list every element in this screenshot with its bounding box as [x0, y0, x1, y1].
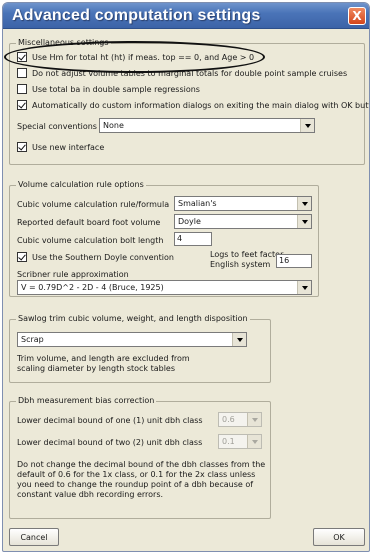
use-total-ba-label: Use total ba in double sample regression…	[32, 84, 200, 94]
dbh-note-line: you need to change the roundup point of …	[17, 480, 254, 489]
cubic-rule-value: Smalian's	[178, 199, 217, 208]
title-bar[interactable]: Advanced computation settings X	[3, 3, 369, 29]
sawlog-disposition-value: Scrap	[21, 335, 44, 344]
southern-doyle-label: Use the Southern Doyle convention	[32, 252, 174, 262]
chevron-down-icon[interactable]	[247, 413, 261, 426]
cubic-rule-select[interactable]: Smalian's	[174, 196, 312, 211]
dbh-note-line: Do not change the decimal bound of the d…	[17, 460, 266, 469]
auto-custom-label: Automatically do custom information dial…	[32, 100, 370, 110]
auto-custom-checkbox[interactable]	[17, 100, 27, 110]
dialog-title: Advanced computation settings	[12, 7, 261, 24]
one-unit-label: Lower decimal bound of one (1) unit dbh …	[17, 416, 203, 425]
no-adjust-label: Do not adjust volume tables to marginal …	[32, 68, 348, 78]
two-unit-select[interactable]: 0.1	[218, 434, 262, 449]
new-interface-checkbox-row[interactable]: Use new interface	[17, 142, 104, 152]
two-unit-value: 0.1	[222, 437, 235, 446]
sawlog-note-line: Trim volume, and length are excluded fro…	[17, 354, 190, 363]
ok-button[interactable]: OK	[313, 528, 365, 546]
sawlog-disposition-select[interactable]: Scrap	[17, 332, 247, 347]
board-foot-label: Reported default board foot volume	[17, 218, 161, 227]
scribner-select[interactable]: V = 0.79D^2 - 2D - 4 (Bruce, 1925)	[17, 280, 312, 295]
use-hm-checkbox[interactable]	[17, 52, 27, 62]
southern-doyle-checkbox[interactable]	[17, 252, 27, 262]
dbh-note-line: constant value dbh recording errors.	[17, 490, 164, 499]
board-foot-value: Doyle	[178, 217, 201, 226]
dbh-note-line: default of 0.6 for the 1x class, or 0.1 …	[17, 470, 256, 479]
one-unit-select[interactable]: 0.6	[218, 412, 262, 427]
bolt-length-input[interactable]: 4	[174, 232, 212, 246]
close-icon: X	[352, 9, 362, 23]
use-total-ba-checkbox-row[interactable]: Use total ba in double sample regression…	[17, 84, 200, 94]
sawlog-group-label: Sawlog trim cubic volume, weight, and le…	[16, 314, 250, 323]
chevron-down-icon[interactable]	[297, 197, 311, 210]
logs-factor-sublabel: English system	[210, 260, 271, 269]
dbh-group-label: Dbh measurement bias correction	[16, 396, 157, 405]
new-interface-checkbox[interactable]	[17, 142, 27, 152]
special-conventions-select[interactable]: None	[99, 118, 315, 133]
logs-factor-label: Logs to feet factor	[210, 250, 284, 259]
cubic-rule-label: Cubic volume calculation rule/formula	[17, 200, 170, 209]
special-conventions-value: None	[103, 121, 124, 130]
logs-factor-input[interactable]: 16	[276, 254, 312, 268]
two-unit-label: Lower decimal bound of two (2) unit dbh …	[17, 438, 203, 447]
no-adjust-checkbox[interactable]	[17, 68, 27, 78]
scribner-label: Scribner rule approximation	[17, 270, 129, 279]
sawlog-trim-group: Sawlog trim cubic volume, weight, and le…	[9, 314, 271, 383]
dbh-bias-group: Dbh measurement bias correction Lower de…	[9, 396, 271, 519]
settings-dialog: Advanced computation settings X Miscella…	[2, 2, 370, 552]
use-hm-label: Use Hm for total ht (ht) if meas. top ==…	[32, 52, 255, 62]
special-conventions-label: Special conventions	[17, 122, 97, 131]
chevron-down-icon[interactable]	[300, 119, 314, 132]
use-hm-checkbox-row[interactable]: Use Hm for total ht (ht) if meas. top ==…	[17, 52, 254, 62]
auto-custom-checkbox-row[interactable]: Automatically do custom information dial…	[17, 100, 370, 110]
chevron-down-icon[interactable]	[297, 215, 311, 228]
close-button[interactable]: X	[348, 7, 366, 25]
sawlog-note: Trim volume, and length are excluded fro…	[17, 354, 190, 374]
chevron-down-icon[interactable]	[247, 435, 261, 448]
use-total-ba-checkbox[interactable]	[17, 84, 27, 94]
misc-settings-group: Miscellaneous settings Use Hm for total …	[9, 38, 369, 165]
one-unit-value: 0.6	[222, 415, 235, 424]
volume-group-label: Volume calculation rule options	[16, 180, 146, 189]
board-foot-select[interactable]: Doyle	[174, 214, 312, 229]
chevron-down-icon[interactable]	[297, 281, 311, 294]
new-interface-label: Use new interface	[32, 142, 105, 152]
chevron-down-icon[interactable]	[232, 333, 246, 346]
dbh-note: Do not change the decimal bound of the d…	[17, 460, 265, 500]
scribner-value: V = 0.79D^2 - 2D - 4 (Bruce, 1925)	[21, 283, 164, 292]
cancel-button[interactable]: Cancel	[9, 528, 59, 546]
sawlog-note-line: scaling diameter by length stock tables	[17, 364, 176, 373]
volume-rules-group: Volume calculation rule options Cubic vo…	[9, 180, 319, 297]
no-adjust-checkbox-row[interactable]: Do not adjust volume tables to marginal …	[17, 68, 347, 78]
bolt-length-label: Cubic volume calculation bolt length	[17, 236, 164, 245]
southern-doyle-checkbox-row[interactable]: Use the Southern Doyle convention	[17, 252, 174, 262]
misc-group-label: Miscellaneous settings	[16, 38, 111, 47]
